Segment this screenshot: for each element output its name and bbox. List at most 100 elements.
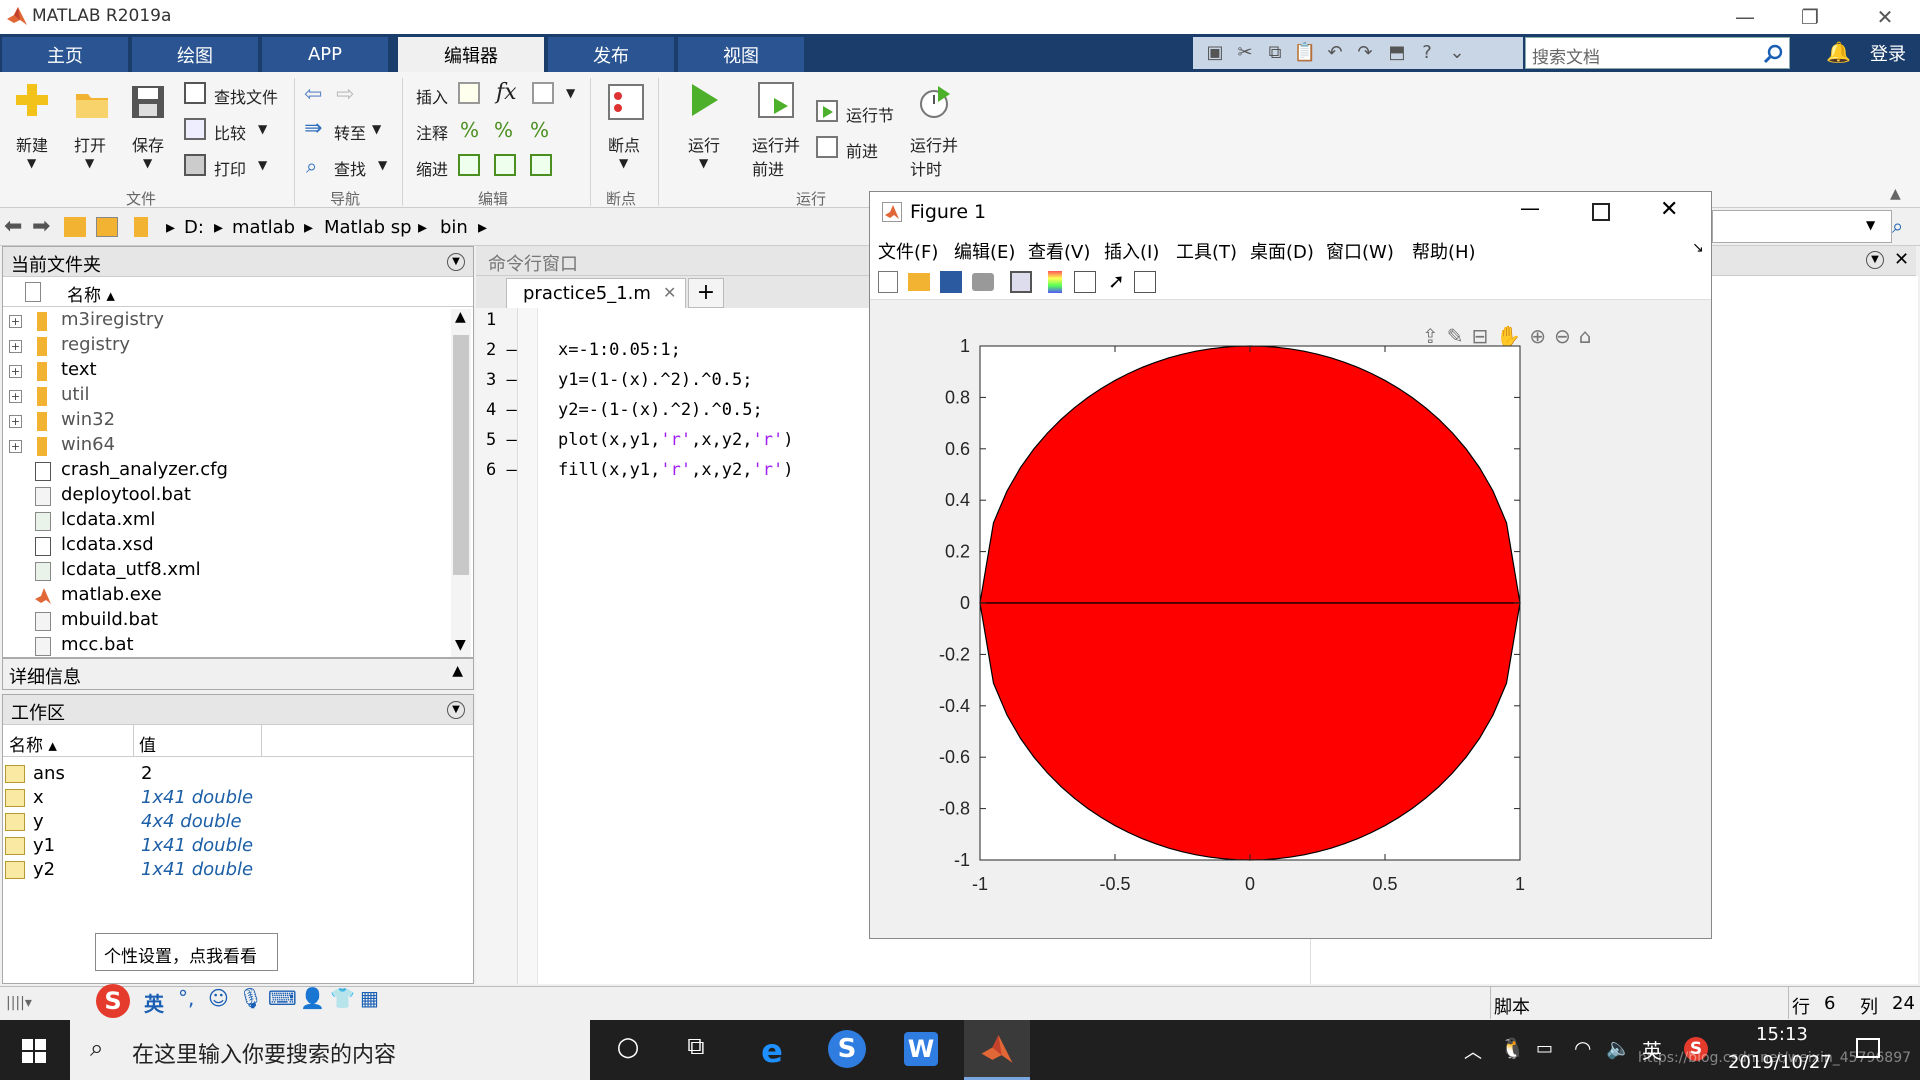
panel-menu-icon[interactable]: ▼ bbox=[447, 253, 465, 271]
run-and-time-button[interactable]: 运行并 计时 bbox=[910, 132, 958, 180]
tab-apps[interactable]: APP bbox=[262, 37, 390, 72]
expand-icon[interactable]: + bbox=[9, 315, 22, 328]
tab-view[interactable]: 视图 bbox=[678, 37, 806, 72]
code-line[interactable]: 4 — y2=-(1-(x).^2).^0.5; bbox=[486, 400, 786, 420]
panel-menu-icon[interactable]: ▼ bbox=[1866, 251, 1884, 269]
table-row[interactable]: y2 1x41 double bbox=[5, 859, 305, 883]
code-line[interactable]: 1 bbox=[486, 310, 786, 330]
new-figure-icon[interactable] bbox=[878, 271, 898, 293]
details-panel[interactable]: 详细信息 ▲ bbox=[2, 658, 474, 690]
colorbar-icon[interactable] bbox=[1048, 271, 1062, 293]
menu-help[interactable]: 帮助(H) bbox=[1412, 238, 1476, 264]
path-drive[interactable]: D: bbox=[184, 217, 204, 238]
column-name[interactable]: 名称 ▴ bbox=[67, 281, 115, 306]
percent-icon[interactable]: % bbox=[460, 118, 479, 142]
run-button[interactable]: 运行 bbox=[688, 132, 720, 156]
editor-tab-practice5[interactable]: practice5_1.m ✕ bbox=[506, 278, 686, 308]
expand-icon[interactable]: + bbox=[9, 440, 22, 453]
wifi-icon[interactable]: ◠ bbox=[1574, 1036, 1591, 1060]
breakpoints-dropdown-icon[interactable]: ▼ bbox=[619, 156, 628, 170]
menu-desktop[interactable]: 桌面(D) bbox=[1250, 238, 1314, 264]
column-name[interactable]: 名称 ▴ bbox=[9, 731, 57, 756]
matlab-taskbar-button[interactable] bbox=[964, 1020, 1030, 1080]
sign-in-link[interactable]: 登录 bbox=[1870, 40, 1906, 66]
chevron-down-icon[interactable]: ⌄ bbox=[1445, 41, 1469, 65]
back-icon[interactable]: ⬅ bbox=[4, 214, 22, 239]
scrollbar[interactable]: ▲ ▼ bbox=[451, 309, 471, 657]
close-panel-icon[interactable]: ✕ bbox=[1894, 249, 1909, 270]
uncomment-icon[interactable]: % bbox=[494, 118, 513, 142]
link-plot-icon[interactable] bbox=[1010, 271, 1032, 293]
emoji-icon[interactable]: ☺ bbox=[208, 986, 229, 1010]
increase-indent-icon[interactable] bbox=[494, 154, 516, 176]
dock-arrow-icon[interactable]: ↘ bbox=[1692, 240, 1704, 256]
wrap-comment-icon[interactable]: % bbox=[530, 118, 549, 142]
menu-view[interactable]: 查看(V) bbox=[1028, 238, 1090, 264]
skin-icon[interactable]: 👕 bbox=[330, 986, 355, 1010]
go-to-dropdown-icon[interactable]: ▼ bbox=[372, 122, 381, 136]
compare-dropdown-icon[interactable]: ▼ bbox=[258, 122, 267, 136]
restore-button[interactable]: ❐ bbox=[1780, 0, 1840, 34]
open-dropdown-icon[interactable]: ▼ bbox=[85, 156, 94, 170]
legend-icon[interactable] bbox=[1074, 271, 1096, 293]
figure-maximize-button[interactable] bbox=[1592, 203, 1610, 221]
print-dropdown-icon[interactable]: ▼ bbox=[258, 158, 267, 172]
close-button[interactable]: ✕ bbox=[1855, 0, 1915, 34]
breakpoints-button[interactable]: 断点 bbox=[608, 132, 640, 156]
help-icon[interactable]: ? bbox=[1415, 41, 1439, 65]
insert-section-icon[interactable] bbox=[458, 82, 480, 104]
cut-icon[interactable]: ✂ bbox=[1233, 41, 1257, 65]
advance-button[interactable]: 前进 bbox=[846, 138, 878, 162]
run-and-advance-button[interactable]: 运行并 前进 bbox=[752, 132, 800, 180]
insert-dropdown-icon[interactable]: ▼ bbox=[566, 86, 575, 100]
table-row[interactable]: ans 2 bbox=[5, 763, 305, 787]
ime-language[interactable]: 英 bbox=[144, 988, 164, 1017]
save-figure-icon[interactable] bbox=[940, 271, 962, 293]
punctuation-icon[interactable]: °, bbox=[178, 986, 194, 1010]
scroll-up-icon[interactable]: ▲ bbox=[455, 309, 466, 325]
search-documentation-input[interactable]: 搜索文档 bbox=[1525, 37, 1790, 69]
go-to-button[interactable]: 转至 bbox=[334, 120, 366, 144]
tab-plots[interactable]: 绘图 bbox=[132, 37, 260, 72]
tab-editor[interactable]: 编辑器 bbox=[398, 37, 546, 72]
menu-insert[interactable]: 插入(I) bbox=[1104, 238, 1159, 264]
figure-close-button[interactable]: ✕ bbox=[1660, 197, 1678, 222]
table-row[interactable]: y 4x4 double bbox=[5, 811, 305, 835]
expand-icon[interactable]: + bbox=[9, 365, 22, 378]
notification-bell-icon[interactable]: 🔔 bbox=[1826, 40, 1851, 64]
print-button[interactable]: 打印 bbox=[214, 156, 246, 180]
expand-details-icon[interactable]: ▲ bbox=[452, 663, 463, 679]
path-segment-matlab[interactable]: matlab bbox=[232, 217, 295, 238]
property-editor-icon[interactable] bbox=[1134, 271, 1156, 293]
find-button[interactable]: 查找 bbox=[334, 156, 366, 180]
edge-browser-icon[interactable]: e bbox=[752, 1032, 792, 1070]
redo-icon[interactable]: ↷ bbox=[1353, 41, 1377, 65]
save-dropdown-icon[interactable]: ▼ bbox=[143, 156, 152, 170]
open-button[interactable]: 打开 bbox=[74, 132, 106, 156]
back-arrow-icon[interactable]: ⇦ bbox=[304, 82, 322, 107]
save-icon[interactable]: ▣ bbox=[1203, 41, 1227, 65]
run-section-button[interactable]: 运行节 bbox=[846, 102, 894, 126]
indent-button[interactable]: 缩进 bbox=[416, 156, 448, 180]
decrease-indent-icon[interactable] bbox=[530, 154, 552, 176]
tray-expand-icon[interactable]: ︿ bbox=[1464, 1038, 1482, 1064]
collapse-ribbon-icon[interactable]: ▲ bbox=[1890, 186, 1901, 202]
action-center-icon[interactable] bbox=[1856, 1038, 1880, 1058]
keyboard-icon[interactable]: ⌨ bbox=[268, 986, 297, 1010]
volume-icon[interactable]: 🔈 bbox=[1606, 1036, 1631, 1060]
browse-folder-icon[interactable] bbox=[96, 217, 118, 237]
tab-home[interactable]: 主页 bbox=[2, 37, 130, 72]
cortana-icon[interactable]: ○ bbox=[608, 1032, 648, 1068]
wps-icon[interactable]: W bbox=[904, 1032, 938, 1066]
taskbar-search-box[interactable]: ⌕ 在这里输入你要搜索的内容 bbox=[70, 1020, 590, 1080]
compare-button[interactable]: 比较 bbox=[214, 120, 246, 144]
run-dropdown-icon[interactable]: ▼ bbox=[699, 156, 708, 170]
print-figure-icon[interactable] bbox=[972, 273, 994, 291]
paste-icon[interactable]: 📋 bbox=[1293, 41, 1317, 65]
undo-icon[interactable]: ↶ bbox=[1323, 41, 1347, 65]
task-view-icon[interactable]: ⧉ bbox=[676, 1032, 716, 1068]
find-dropdown-icon[interactable]: ▼ bbox=[378, 158, 387, 172]
sogou-browser-icon[interactable]: S bbox=[828, 1030, 866, 1068]
scroll-down-icon[interactable]: ▼ bbox=[455, 637, 466, 653]
figure-minimize-button[interactable]: — bbox=[1520, 196, 1540, 220]
